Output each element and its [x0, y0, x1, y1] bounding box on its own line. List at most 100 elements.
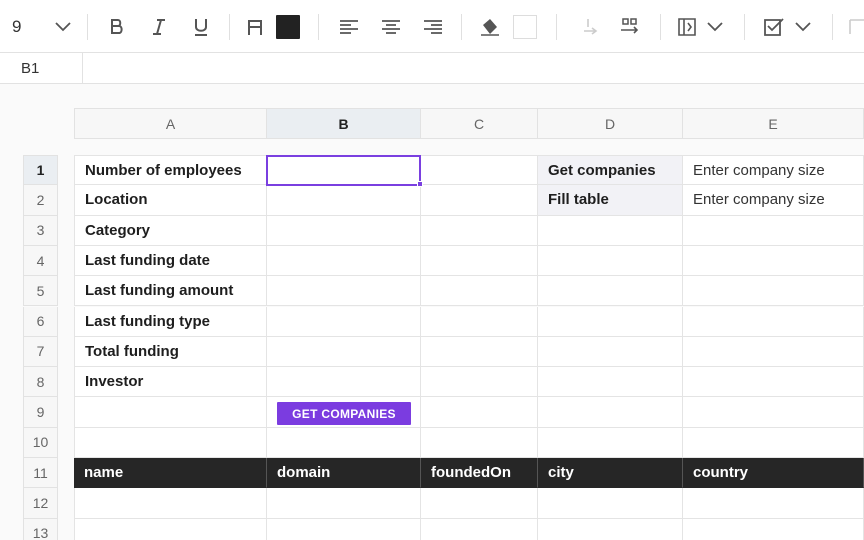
row-header-3[interactable]: 3 — [23, 215, 58, 246]
table-header-founded-on[interactable]: foundedOn — [421, 458, 538, 489]
row-header-12[interactable]: 12 — [23, 488, 58, 519]
cell-e2[interactable]: Enter company size — [683, 185, 864, 216]
column-header-a[interactable]: A — [74, 108, 267, 139]
cell-b6[interactable] — [267, 306, 421, 337]
cell-a7[interactable]: Total funding — [74, 336, 267, 368]
underline-icon[interactable] — [188, 13, 214, 41]
cell-d9[interactable] — [538, 397, 683, 428]
bold-icon[interactable] — [104, 13, 130, 41]
table-header-country[interactable]: country — [683, 458, 864, 489]
table-header-name[interactable]: name — [74, 458, 267, 489]
cell-d7[interactable] — [538, 336, 683, 368]
cell-e6[interactable] — [683, 306, 864, 337]
chevron-down-icon[interactable] — [793, 13, 813, 41]
cell-c2[interactable] — [421, 185, 538, 216]
cell-d10[interactable] — [538, 427, 683, 458]
cell-e10[interactable] — [683, 427, 864, 458]
chevron-down-icon[interactable] — [52, 13, 74, 41]
cell-c13[interactable] — [421, 518, 538, 540]
cell-e7[interactable] — [683, 336, 864, 368]
cell-c7[interactable] — [421, 336, 538, 368]
cell-b13[interactable] — [267, 518, 421, 540]
chevron-down-icon[interactable] — [705, 13, 725, 41]
row-header-1[interactable]: 1 — [23, 155, 58, 186]
cell-a4[interactable]: Last funding date — [74, 245, 267, 277]
fill-color-icon[interactable] — [477, 13, 503, 41]
row-header-5[interactable]: 5 — [23, 276, 58, 307]
cell-e3[interactable] — [683, 215, 864, 246]
cell-b4[interactable] — [267, 245, 421, 277]
cell-e8[interactable] — [683, 367, 864, 398]
cell-c12[interactable] — [421, 488, 538, 519]
cell-e12[interactable] — [683, 488, 864, 519]
cell-d1[interactable]: Get companies — [538, 155, 683, 186]
cell-d2[interactable]: Fill table — [538, 185, 683, 216]
column-header-e[interactable]: E — [683, 108, 864, 139]
font-size-select[interactable]: 9 — [12, 13, 40, 41]
cell-a6[interactable]: Last funding type — [74, 306, 267, 337]
cell-e13[interactable] — [683, 518, 864, 540]
cell-b2[interactable] — [267, 185, 421, 216]
column-header-c[interactable]: C — [421, 108, 538, 139]
text-color-icon[interactable] — [242, 13, 268, 41]
row-header-6[interactable]: 6 — [23, 306, 58, 337]
cell-c4[interactable] — [421, 245, 538, 277]
cell-e4[interactable] — [683, 245, 864, 277]
cell-a2[interactable]: Location — [74, 185, 267, 216]
cell-b12[interactable] — [267, 488, 421, 519]
row-header-2[interactable]: 2 — [23, 185, 58, 216]
cell-c3[interactable] — [421, 215, 538, 246]
fill-color-swatch[interactable] — [512, 13, 537, 41]
row-header-8[interactable]: 8 — [23, 367, 58, 398]
cell-c9[interactable] — [421, 397, 538, 428]
cell-d5[interactable] — [538, 276, 683, 307]
row-header-13[interactable]: 13 — [23, 518, 58, 540]
cell-c8[interactable] — [421, 367, 538, 398]
cell-d3[interactable] — [538, 215, 683, 246]
cell-c10[interactable] — [421, 427, 538, 458]
cell-a10[interactable] — [74, 427, 267, 458]
cell-a5[interactable]: Last funding amount — [74, 276, 267, 307]
merge-cells-icon[interactable] — [676, 13, 698, 41]
text-color-swatch[interactable] — [276, 13, 300, 41]
cell-a13[interactable] — [74, 518, 267, 540]
cell-d13[interactable] — [538, 518, 683, 540]
cell-d12[interactable] — [538, 488, 683, 519]
cell-c1[interactable] — [421, 155, 538, 186]
cell-e5[interactable] — [683, 276, 864, 307]
cell-a9[interactable] — [74, 397, 267, 428]
cell-b3[interactable] — [267, 215, 421, 246]
cell-d8[interactable] — [538, 367, 683, 398]
cell-a1[interactable]: Number of employees — [74, 155, 267, 186]
column-header-d[interactable]: D — [538, 108, 683, 139]
table-header-city[interactable]: city — [538, 458, 683, 489]
cell-a8[interactable]: Investor — [74, 367, 267, 398]
cell-b8[interactable] — [267, 367, 421, 398]
row-header-7[interactable]: 7 — [23, 336, 58, 368]
insert-row-icon[interactable] — [576, 13, 600, 41]
cell-b5[interactable] — [267, 276, 421, 307]
row-header-9[interactable]: 9 — [23, 397, 58, 428]
filter-icon[interactable] — [848, 13, 864, 41]
cell-e1[interactable]: Enter company size — [683, 155, 864, 186]
cell-c5[interactable] — [421, 276, 538, 307]
cell-a12[interactable] — [74, 488, 267, 519]
row-header-11[interactable]: 11 — [23, 458, 58, 489]
align-center-icon[interactable] — [379, 13, 403, 41]
cell-c6[interactable] — [421, 306, 538, 337]
cell-d6[interactable] — [538, 306, 683, 337]
row-header-10[interactable]: 10 — [23, 427, 58, 458]
cell-b10[interactable] — [267, 427, 421, 458]
align-right-icon[interactable] — [421, 13, 445, 41]
fill-handle[interactable] — [417, 181, 423, 187]
checkbox-icon[interactable] — [762, 13, 786, 41]
cell-a3[interactable]: Category — [74, 215, 267, 246]
insert-column-icon[interactable] — [617, 13, 643, 41]
italic-icon[interactable] — [146, 13, 172, 41]
cell-b7[interactable] — [267, 336, 421, 368]
align-left-icon[interactable] — [337, 13, 361, 41]
table-header-domain[interactable]: domain — [267, 458, 421, 489]
name-box[interactable]: B1 — [0, 53, 83, 83]
column-header-b[interactable]: B — [267, 108, 421, 139]
get-companies-button[interactable]: GET COMPANIES — [277, 402, 411, 425]
